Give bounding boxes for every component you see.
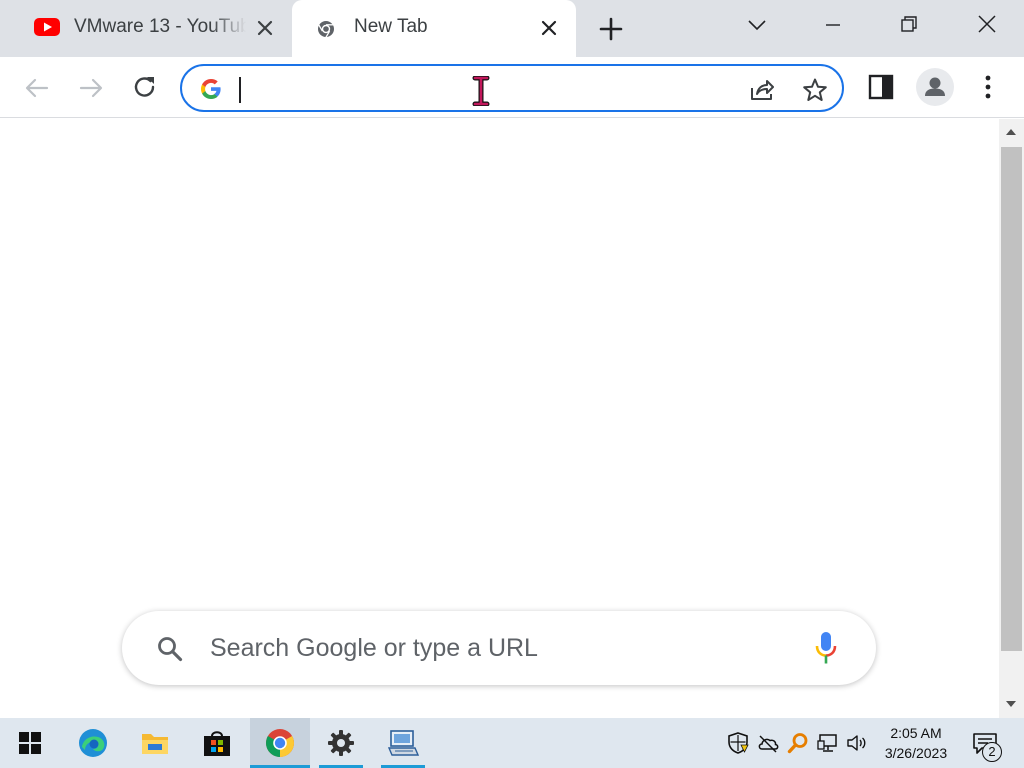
text-caret [239,77,241,103]
clock-date: 3/26/2023 [884,745,948,761]
new-tab-page: Search Google or type a URL [0,119,999,718]
onedrive-icon[interactable] [757,732,779,754]
remote-desktop-icon [387,730,419,756]
tab-youtube[interactable]: VMware 13 - YouTube [0,0,292,57]
back-button[interactable] [22,73,52,103]
profile-avatar[interactable] [916,68,954,106]
share-icon[interactable] [748,77,776,103]
action-center-button[interactable]: 2 [968,728,1004,762]
voice-search-icon[interactable] [814,631,838,665]
volume-icon[interactable] [846,732,868,754]
windows-security-icon[interactable] [727,732,749,754]
scrollbar-thumb[interactable] [1001,147,1022,651]
clock-time: 2:05 AM [890,725,942,741]
search-icon [158,637,183,662]
tab-search-icon[interactable] [740,8,774,42]
tab-title: New Tab [354,16,428,37]
close-window-button[interactable] [970,8,1004,42]
taskbar-file-explorer[interactable] [125,718,185,768]
taskbar-chrome[interactable] [250,718,310,768]
restore-button[interactable] [892,8,926,42]
search-magnifier-tray-icon[interactable] [787,732,809,754]
search-placeholder: Search Google or type a URL [210,634,538,662]
new-tab-button[interactable] [596,14,626,44]
chrome-icon [266,729,294,757]
close-tab-icon[interactable] [538,17,560,39]
browser-toolbar [0,57,1024,118]
microsoft-store-icon [204,731,230,756]
bookmark-star-icon[interactable] [802,77,828,103]
file-explorer-icon [142,734,168,754]
address-bar[interactable] [180,64,844,112]
side-panel-icon[interactable] [868,74,894,100]
taskbar-settings[interactable] [311,718,371,768]
forward-button[interactable] [76,73,106,103]
minimize-button[interactable] [816,8,850,42]
taskbar-microsoft-store[interactable] [187,718,247,768]
chrome-icon [318,21,334,38]
ibeam-cursor-icon [472,76,490,106]
tab-title: VMware 13 - YouTube [74,16,246,37]
close-tab-icon[interactable] [254,17,276,39]
youtube-icon [34,18,60,36]
start-button[interactable] [0,718,60,768]
person-icon [925,77,945,96]
ntp-search-box[interactable]: Search Google or type a URL [122,611,876,685]
taskbar-clock[interactable]: 2:05 AM 3/26/2023 [872,723,960,763]
settings-icon [328,730,354,756]
more-menu-icon[interactable] [976,72,1000,102]
tab-strip: VMware 13 - YouTube New Tab [0,0,1024,57]
page-scrollbar[interactable] [999,119,1024,718]
scroll-down-arrow-icon[interactable] [1005,699,1017,709]
taskbar-remote-desktop[interactable] [373,718,433,768]
network-icon[interactable] [817,732,839,754]
taskbar-edge[interactable] [63,718,123,768]
reload-button[interactable] [130,73,160,103]
google-icon [201,79,221,99]
notification-count-badge: 2 [982,742,1002,762]
start-icon [19,732,41,754]
windows-taskbar: 2:05 AM 3/26/2023 2 [0,718,1024,768]
tab-new-tab[interactable]: New Tab [292,0,576,57]
edge-icon [79,729,107,757]
scroll-up-arrow-icon[interactable] [1005,127,1017,137]
